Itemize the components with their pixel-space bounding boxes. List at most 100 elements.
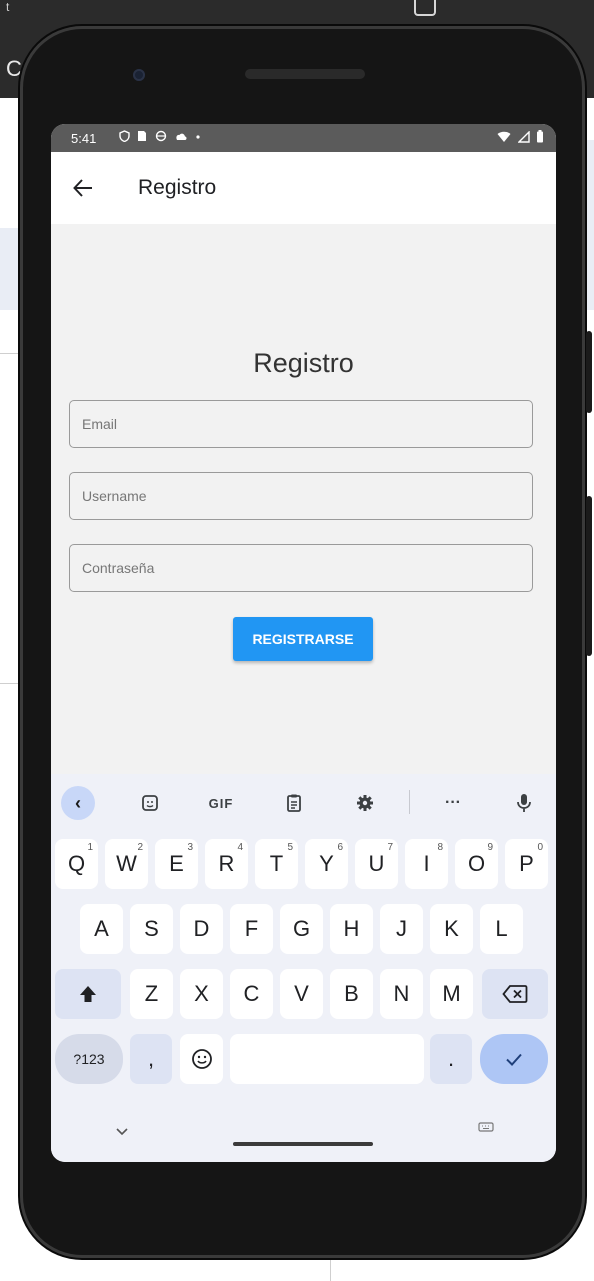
key-label: W bbox=[116, 851, 137, 876]
key-v[interactable]: V bbox=[280, 969, 323, 1019]
volume-button bbox=[586, 496, 592, 656]
toolbar-divider bbox=[409, 790, 410, 814]
key-z[interactable]: Z bbox=[130, 969, 173, 1019]
password-input[interactable] bbox=[70, 545, 532, 591]
key-c[interactable]: C bbox=[230, 969, 273, 1019]
period-key[interactable]: . bbox=[430, 1034, 472, 1084]
key-e[interactable]: E3 bbox=[155, 839, 198, 889]
keyboard-switch-icon[interactable] bbox=[478, 1122, 494, 1137]
key-n[interactable]: N bbox=[380, 969, 423, 1019]
key-hint: 2 bbox=[137, 842, 143, 853]
key-label: Q bbox=[67, 851, 86, 876]
form-heading: Registro bbox=[253, 348, 354, 378]
back-button[interactable] bbox=[63, 168, 103, 208]
key-hint: 1 bbox=[87, 842, 93, 853]
symbols-key[interactable]: ?123 bbox=[55, 1034, 123, 1084]
host-divider bbox=[0, 353, 18, 354]
battery-icon bbox=[537, 130, 543, 143]
clipboard-button[interactable] bbox=[277, 786, 311, 820]
key-o[interactable]: O9 bbox=[455, 839, 498, 889]
key-label: Y bbox=[319, 851, 334, 876]
earpiece-speaker bbox=[245, 69, 365, 79]
app-bar: Registro bbox=[51, 152, 556, 224]
email-input[interactable] bbox=[70, 401, 532, 447]
key-hint: 9 bbox=[487, 842, 493, 853]
key-t[interactable]: T5 bbox=[255, 839, 298, 889]
sticker-button[interactable] bbox=[133, 786, 167, 820]
key-label: E bbox=[169, 851, 184, 876]
key-label: T bbox=[269, 851, 284, 876]
enter-key[interactable] bbox=[480, 1034, 548, 1084]
settings-button[interactable] bbox=[348, 786, 382, 820]
soft-keyboard: ‹ GIF ··· Q 1 W 2 E 3 R 4 T 5 Y 6 U 7 I … bbox=[51, 774, 556, 1162]
gif-button[interactable]: GIF bbox=[204, 786, 238, 820]
key-g[interactable]: G bbox=[280, 904, 323, 954]
power-button bbox=[586, 331, 592, 413]
wifi-icon bbox=[497, 131, 511, 142]
registration-form: Registro REGISTRARSE bbox=[51, 224, 556, 774]
key-label: P bbox=[519, 851, 534, 876]
bookmark-icon bbox=[414, 0, 436, 16]
host-window-fragment: t bbox=[6, 0, 10, 14]
key-m[interactable]: M bbox=[430, 969, 473, 1019]
key-k[interactable]: K bbox=[430, 904, 473, 954]
key-y[interactable]: Y6 bbox=[305, 839, 348, 889]
key-hint: 0 bbox=[537, 842, 543, 853]
key-d[interactable]: D bbox=[180, 904, 223, 954]
signal-icon bbox=[516, 130, 530, 143]
key-q[interactable]: Q1 bbox=[55, 839, 98, 889]
password-field[interactable] bbox=[69, 544, 533, 592]
key-l[interactable]: L bbox=[480, 904, 523, 954]
key-hint: 4 bbox=[237, 842, 243, 853]
key-a[interactable]: A bbox=[80, 904, 123, 954]
toolbar-collapse-button[interactable]: ‹ bbox=[61, 786, 95, 820]
status-system-icons bbox=[497, 130, 544, 146]
key-u[interactable]: U7 bbox=[355, 839, 398, 889]
emoji-key[interactable] bbox=[180, 1034, 223, 1084]
key-x[interactable]: X bbox=[180, 969, 223, 1019]
front-camera bbox=[133, 69, 145, 81]
space-key[interactable] bbox=[230, 1034, 424, 1084]
comma-key[interactable]: , bbox=[130, 1034, 172, 1084]
key-s[interactable]: S bbox=[130, 904, 173, 954]
key-b[interactable]: B bbox=[330, 969, 373, 1019]
register-button[interactable]: REGISTRARSE bbox=[233, 617, 373, 661]
sync-icon bbox=[155, 130, 166, 142]
status-time: 5:41 bbox=[71, 131, 97, 146]
host-divider bbox=[0, 683, 18, 684]
keyboard-toolbar: ‹ GIF ··· bbox=[51, 774, 556, 830]
hide-keyboard-icon[interactable] bbox=[115, 1124, 129, 1140]
key-i[interactable]: I8 bbox=[405, 839, 448, 889]
backspace-key[interactable] bbox=[482, 969, 548, 1019]
key-hint: 5 bbox=[287, 842, 293, 853]
microphone-icon bbox=[517, 794, 531, 812]
username-input[interactable] bbox=[70, 473, 532, 519]
email-field[interactable] bbox=[69, 400, 533, 448]
key-hint: 6 bbox=[337, 842, 343, 853]
key-hint: 7 bbox=[387, 842, 393, 853]
key-f[interactable]: F bbox=[230, 904, 273, 954]
username-field[interactable] bbox=[69, 472, 533, 520]
emoji-icon bbox=[191, 1049, 212, 1069]
key-w[interactable]: W2 bbox=[105, 839, 148, 889]
key-r[interactable]: R4 bbox=[205, 839, 248, 889]
key-label: U bbox=[368, 851, 385, 876]
backspace-icon bbox=[502, 985, 528, 1003]
app-bar-title: Registro bbox=[138, 176, 217, 199]
key-h[interactable]: H bbox=[330, 904, 373, 954]
sticker-icon bbox=[142, 795, 158, 811]
shift-key[interactable] bbox=[55, 969, 121, 1019]
key-label: I bbox=[423, 851, 430, 876]
key-j[interactable]: J bbox=[380, 904, 423, 954]
gear-icon bbox=[357, 795, 373, 811]
status-notification-icons bbox=[119, 130, 201, 145]
more-button[interactable]: ··· bbox=[436, 786, 470, 820]
sim-icon bbox=[138, 131, 147, 141]
key-label: O bbox=[467, 851, 486, 876]
key-hint: 8 bbox=[437, 842, 443, 853]
host-window-fragment: C bbox=[6, 56, 22, 81]
home-gesture-handle[interactable] bbox=[233, 1142, 373, 1146]
cloud-icon bbox=[176, 133, 187, 140]
voice-input-button[interactable] bbox=[507, 786, 541, 820]
key-p[interactable]: P0 bbox=[505, 839, 548, 889]
